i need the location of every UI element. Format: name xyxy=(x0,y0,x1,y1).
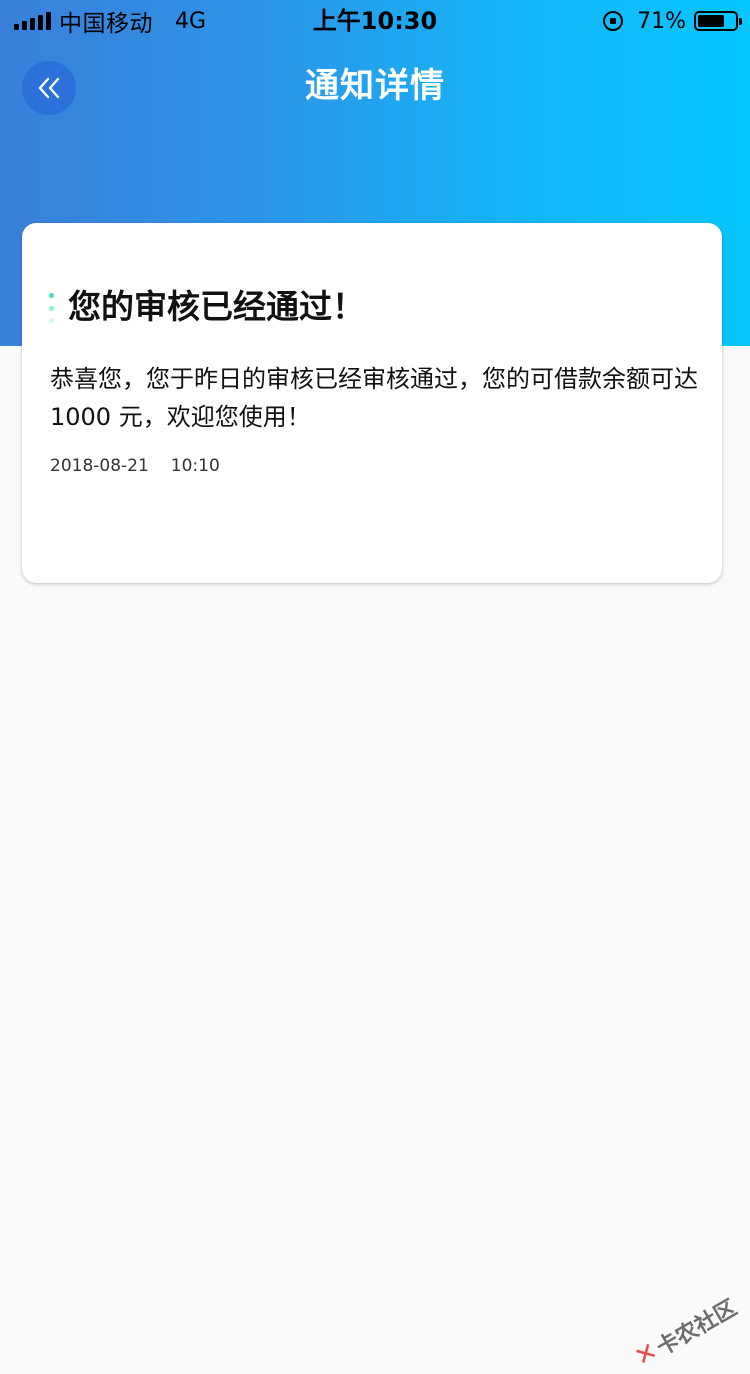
orientation-lock-icon xyxy=(603,11,624,31)
battery-percent: 71% xyxy=(637,8,686,34)
battery-icon xyxy=(694,11,742,31)
notification-date: 2018-08-21 xyxy=(50,456,149,476)
watermark: ✕ 卡农社区 xyxy=(629,1290,742,1374)
watermark-text: 卡农社区 xyxy=(652,1295,742,1362)
page-title: 通知详情 xyxy=(305,66,445,106)
notification-card: 您的审核已经通过！ 恭喜您，您于昨日的审核已经审核通过，您的可借款余额可达 10… xyxy=(22,223,722,583)
title-marker-icon xyxy=(49,293,55,323)
status-right: 71% xyxy=(603,6,742,36)
notification-body: 恭喜您，您于昨日的审核已经审核通过，您的可借款余额可达 1000 元，欢迎您使用… xyxy=(50,365,698,431)
notification-timestamp: 2018-08-21 10:10 xyxy=(50,454,220,478)
status-bar: 中国移动 4G 上午10:30 71% xyxy=(0,0,750,40)
notification-title: 您的审核已经通过！ xyxy=(68,287,365,326)
notification-time: 10:10 xyxy=(170,456,220,476)
battery-fill xyxy=(698,15,724,27)
